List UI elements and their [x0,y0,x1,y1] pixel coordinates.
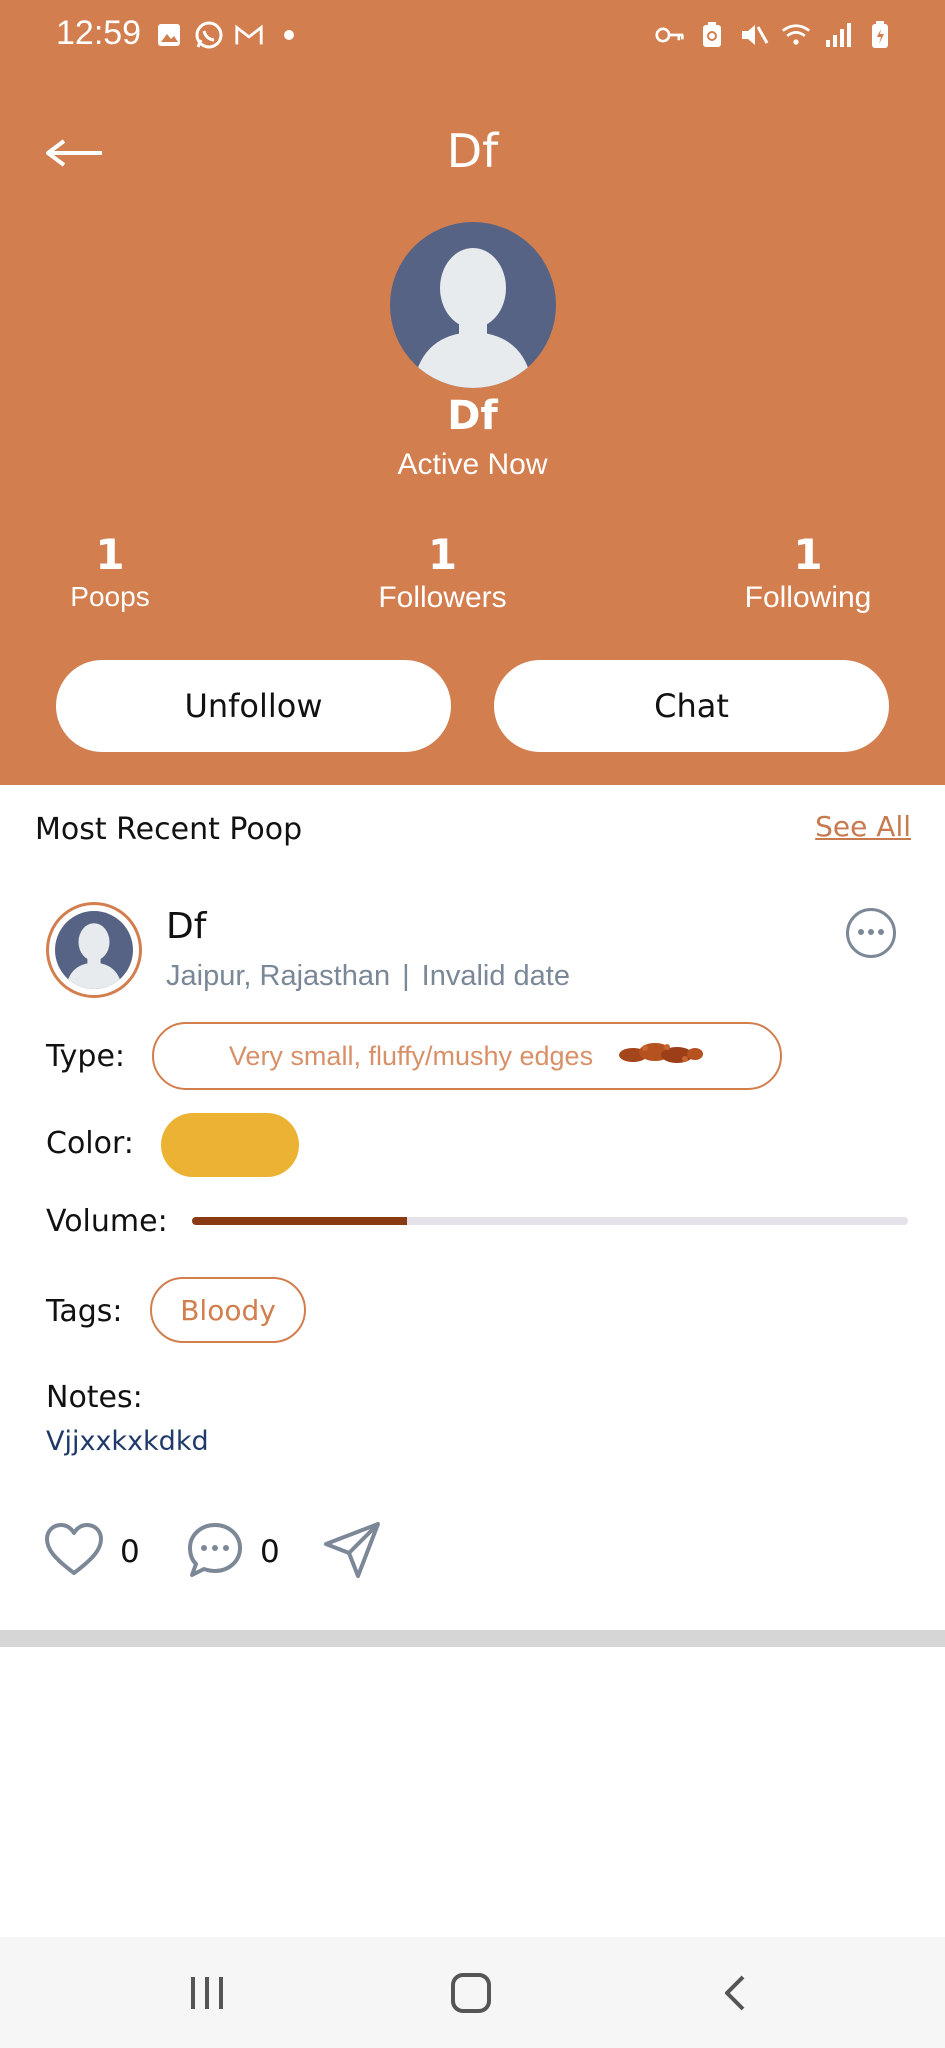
poop-type-icon [615,1039,705,1074]
user-silhouette-icon [413,248,533,388]
type-pill: Very small, fluffy/mushy edges [152,1022,782,1090]
home-icon [449,1971,493,2020]
stat-following-value: 1 [793,530,823,579]
more-dots-icon [856,924,886,942]
meta-separator: | [402,960,410,992]
notes-value: Vjjxxkxkdkd [46,1426,209,1457]
post-date: Invalid date [421,960,570,992]
see-all-link[interactable]: See All [815,810,911,843]
avatar-inner [55,911,133,989]
volume-label: Volume: [46,1204,168,1239]
stat-followers[interactable]: 1 Followers [360,530,525,615]
comment-button[interactable]: 0 [186,1520,280,1584]
battery-saver-icon [697,20,727,50]
stat-followers-label: Followers [378,581,507,614]
back-icon [721,1973,751,2018]
gallery-icon [154,20,184,50]
whatsapp-icon [194,20,224,50]
stat-poops-label: Poops [70,581,150,612]
heart-icon [44,1522,104,1583]
stat-poops-value: 1 [95,530,125,579]
gmail-icon [234,20,264,50]
volume-bar [192,1217,908,1225]
comment-count: 0 [260,1534,280,1570]
tags-label: Tags: [46,1294,123,1329]
mute-icon [739,20,769,50]
more-options-button[interactable] [846,908,896,958]
share-button[interactable] [322,1520,382,1584]
post-location: Jaipur, Rajasthan [166,960,391,992]
stat-following[interactable]: 1 Following [728,530,888,615]
dot-icon [274,20,304,50]
user-silhouette-icon [65,923,123,989]
recent-apps-button[interactable] [177,1965,237,2025]
page-title: Df [446,124,499,178]
type-value: Very small, fluffy/mushy edges [228,1040,594,1071]
status-left-icons [154,20,304,50]
profile-name: Df [447,393,498,439]
section-title: Most Recent Poop [35,812,303,847]
unfollow-button[interactable]: Unfollow [56,660,451,752]
like-count: 0 [120,1534,140,1570]
signal-icon [823,20,853,50]
key-icon [655,20,685,50]
like-button[interactable]: 0 [44,1520,140,1584]
status-time: 12:59 [56,14,142,52]
profile-status: Active Now [397,448,548,481]
stat-followers-value: 1 [427,530,458,579]
wifi-icon [781,20,811,50]
color-label: Color: [46,1126,134,1161]
stat-following-label: Following [744,581,872,614]
notes-label: Notes: [46,1380,143,1415]
status-right-icons [655,20,895,50]
post-username[interactable]: Df [166,906,206,947]
color-swatch [161,1113,299,1177]
chat-button[interactable]: Chat [494,660,889,752]
battery-icon [865,20,895,50]
tag-chip[interactable]: Bloody [150,1277,306,1343]
system-back-button[interactable] [706,1965,766,2025]
avatar [390,222,556,388]
recents-icon [187,1975,227,2016]
post-avatar[interactable] [46,902,142,998]
comment-icon [186,1521,244,1584]
post-meta: Jaipur, Rajasthan | Invalid date [166,960,570,993]
home-button[interactable] [441,1965,501,2025]
type-label: Type: [46,1039,126,1074]
section-divider [0,1630,945,1647]
volume-fill [192,1217,407,1225]
stat-poops: 1 Poops [50,530,170,613]
send-icon [322,1520,382,1585]
